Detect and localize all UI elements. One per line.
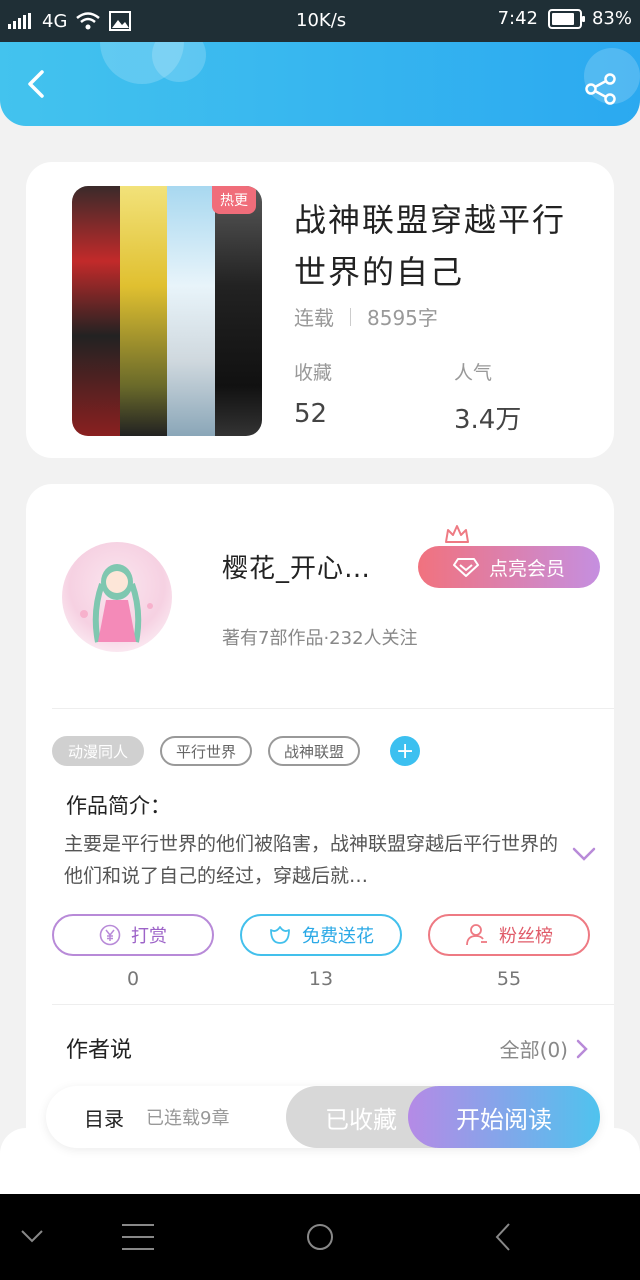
- diamond-icon: [452, 558, 479, 577]
- fans-label: 粉丝榜: [499, 926, 553, 947]
- tag-list: 动漫同人 平行世界 战神联盟 +: [52, 736, 421, 766]
- vip-button-label: 点亮会员: [488, 557, 565, 580]
- crown-icon: [445, 525, 469, 543]
- intro-title: 作品简介：: [66, 794, 171, 818]
- favorites-value: 52: [294, 399, 328, 429]
- book-title: 战神联盟穿越平行世界的自己: [294, 201, 567, 291]
- book-info-card: 热更 战神联盟穿越平行世界的自己 连载 8595字 收藏 52 人气 3.4万: [26, 162, 614, 458]
- chevron-down-icon[interactable]: [20, 1228, 44, 1244]
- bottom-action-bar: 目录 已连载9章 已收藏 开始阅读: [46, 1086, 600, 1148]
- start-reading-button[interactable]: 开始阅读: [408, 1086, 600, 1148]
- image-notification-icon: [109, 11, 132, 31]
- popularity-value: 3.4万: [454, 405, 522, 435]
- hot-update-badge: 热更: [212, 186, 256, 214]
- catalog-button[interactable]: 目录: [84, 1103, 124, 1132]
- tag-chip[interactable]: 动漫同人: [52, 736, 145, 766]
- wifi-icon: [76, 12, 101, 30]
- flower-label: 免费送花: [302, 926, 374, 947]
- user-icon: [466, 924, 487, 946]
- battery-icon: [547, 8, 585, 29]
- menu-icon[interactable]: [120, 1222, 156, 1252]
- back-icon[interactable]: [18, 66, 54, 102]
- favorites-label: 收藏: [294, 362, 333, 384]
- chevron-right-icon: [576, 1039, 588, 1058]
- back-nav-icon[interactable]: [494, 1222, 512, 1252]
- book-cover[interactable]: 热更: [72, 186, 262, 436]
- action-row: 打赏 0 免费送花 13 粉丝榜 55: [52, 914, 590, 990]
- author-name[interactable]: 樱花_开心…: [222, 548, 371, 585]
- author-info: 著有7部作品·232人关注: [222, 628, 418, 649]
- fan-ranking-button[interactable]: 粉丝榜: [428, 914, 590, 956]
- author-says-all-label: 全部(0): [499, 1038, 568, 1062]
- author-card: 樱花_开心… 点亮会员 著有7部作品·232人关注 动漫同人 平行世界 战神联盟…: [26, 484, 614, 1184]
- reward-action: 打赏 0: [52, 914, 214, 990]
- popularity-stat: 人气 3.4万: [454, 358, 521, 436]
- avatar-illustration: [80, 564, 153, 643]
- reward-count: 0: [126, 968, 140, 990]
- reward-label: 打赏: [131, 926, 167, 947]
- favorites-stat: 收藏 52: [294, 358, 332, 429]
- flower-action: 免费送花 13: [240, 914, 402, 990]
- fans-action: 粉丝榜 55: [428, 914, 590, 990]
- home-icon[interactable]: [305, 1222, 335, 1252]
- intro-text: 主要是平行世界的他们被陷害，战神联盟穿越后平行世界的他们和说了自己的经过，穿越后…: [64, 833, 559, 887]
- book-meta: 连载 8595字: [294, 302, 438, 331]
- clock: 7:42: [497, 8, 538, 29]
- signal-icon: [8, 13, 31, 29]
- battery-percent: 83%: [591, 8, 632, 29]
- fans-count: 55: [496, 968, 522, 990]
- tag-chip[interactable]: 平行世界: [160, 736, 253, 766]
- reward-button[interactable]: 打赏: [52, 914, 214, 956]
- author-avatar[interactable]: [62, 542, 172, 652]
- word-count: 8595字: [367, 306, 438, 330]
- chevron-down-icon[interactable]: [572, 846, 596, 862]
- become-vip-button[interactable]: 点亮会员: [418, 546, 600, 588]
- header: [0, 42, 640, 126]
- popularity-label: 人气: [454, 362, 493, 384]
- network-type: 4G: [42, 10, 68, 32]
- send-flower-button[interactable]: 免费送花: [240, 914, 402, 956]
- author-says-title: 作者说: [66, 1038, 133, 1063]
- divider: [52, 708, 614, 709]
- add-tag-button[interactable]: +: [390, 736, 421, 766]
- tag-chip[interactable]: 战神联盟: [268, 736, 361, 766]
- system-nav-bar: [0, 1194, 640, 1280]
- chapter-status: 已连载9章: [146, 1108, 230, 1129]
- status-bar: 4G 10K/s 7:42 83%: [0, 0, 640, 42]
- author-says-all-link[interactable]: 全部(0): [500, 1034, 588, 1063]
- flower-count: 13: [308, 968, 334, 990]
- yuan-icon: [99, 924, 121, 946]
- book-status: 连载: [294, 306, 334, 330]
- meta-divider: [350, 307, 351, 326]
- share-icon[interactable]: [584, 72, 618, 106]
- divider: [52, 1004, 614, 1005]
- network-speed: 10K/s: [296, 10, 347, 31]
- flower-icon: [270, 926, 290, 944]
